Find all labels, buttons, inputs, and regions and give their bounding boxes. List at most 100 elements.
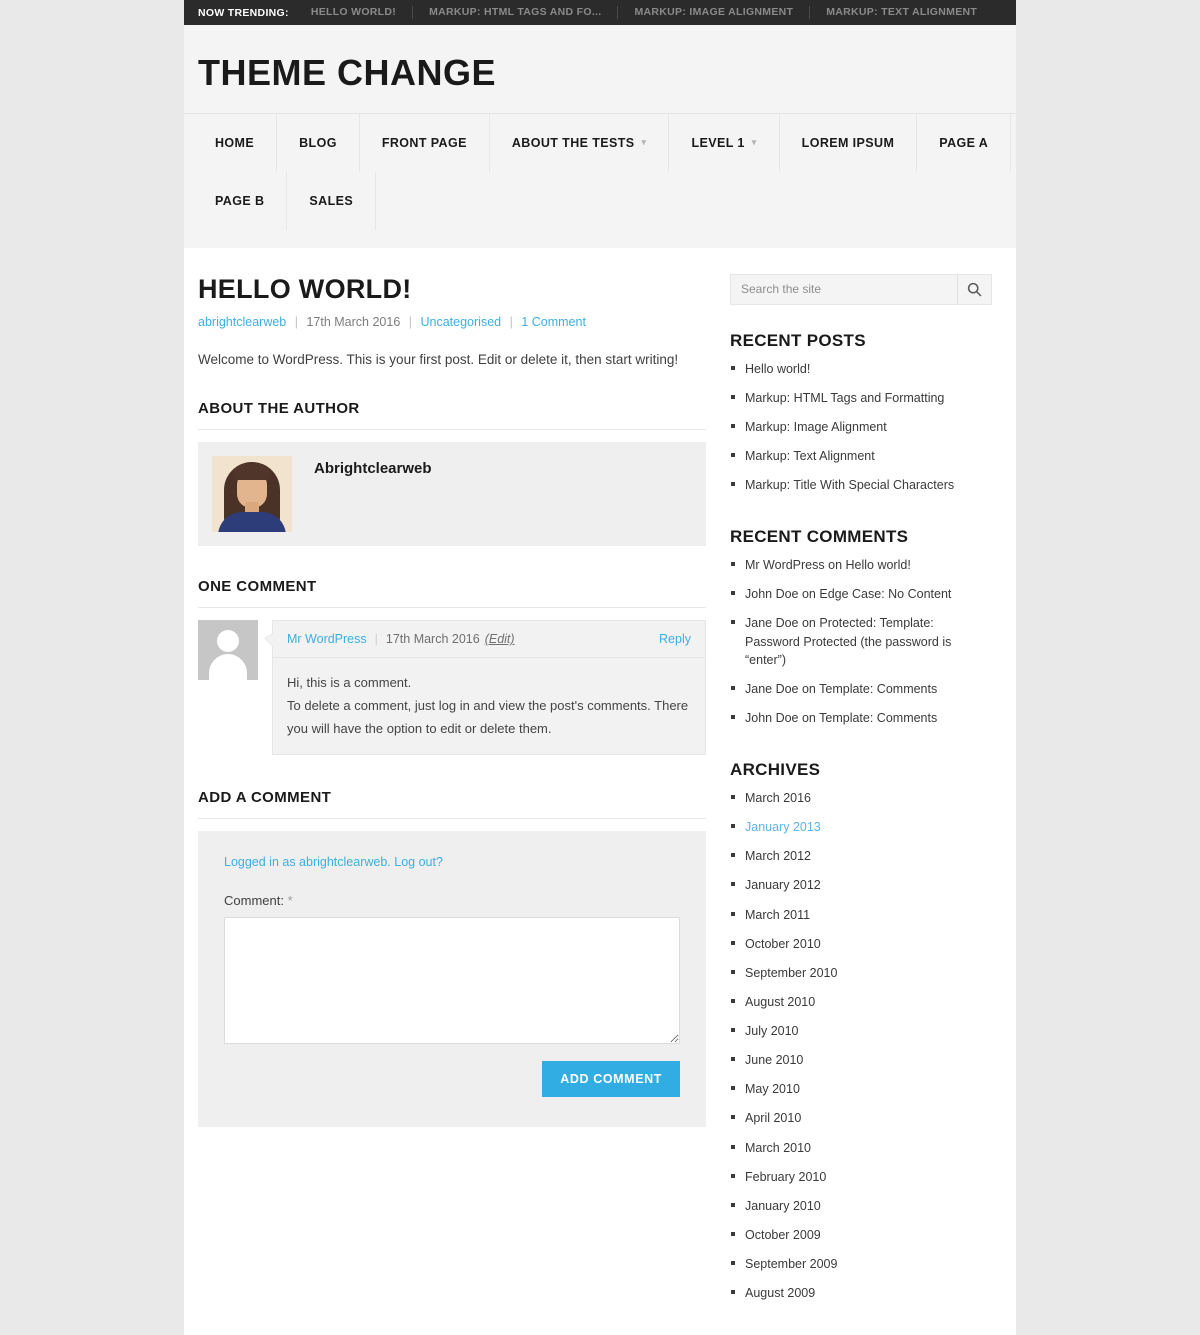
nav-item-home[interactable]: Home [193,113,278,172]
logged-in-notice: Logged in as abrightclearweb. Log out? [224,855,680,869]
widget-link[interactable]: Jane Doe on Template: Comments [745,682,937,696]
post-author-link[interactable]: abrightclearweb [198,315,286,329]
list-item: October 2009 [730,1226,992,1255]
widget-link[interactable]: March 2011 [745,908,810,922]
nav-item-level-1[interactable]: Level 1 ▾ [669,113,780,172]
logout-link[interactable]: Log out? [394,855,443,869]
add-comment-heading: Add a Comment [198,789,706,820]
widget-recent-posts: Recent Posts Hello world! Markup: HTML Tag… [730,331,992,506]
widget-link[interactable]: Markup: Title With Special Characters [745,478,954,492]
nav-item-label: Blog [299,135,337,150]
site-header: Theme Change Home Blog Front Page About The… [184,25,1016,230]
now-trending-bar: Now Trending: Hello world! Markup: HTML T… [184,0,1016,25]
widget-link[interactable]: March 2010 [745,1141,811,1155]
nav-item-page-a[interactable]: Page A [917,113,1012,172]
page-container: Now Trending: Hello world! Markup: HTML T… [184,0,1016,1335]
widget-link[interactable]: January 2012 [745,878,821,892]
widget-link[interactable]: September 2009 [745,1257,837,1271]
list-item: March 2016 [730,789,992,818]
main-column: Hello world! abrightclearweb | 17th Marc… [198,274,730,1335]
widget-link[interactable]: April 2010 [745,1111,801,1125]
nav-item-page-b[interactable]: Page B [193,171,288,230]
about-the-author-heading: About the Author [198,400,706,431]
comment-label-text: Comment: [224,893,284,909]
widget-link[interactable]: January 2010 [745,1199,821,1213]
comment-form: Logged in as abrightclearweb. Log out? C… [198,831,706,1128]
widget-link[interactable]: Markup: Image Alignment [745,420,887,434]
nav-item-label: Page A [939,135,989,150]
list-item: September 2009 [730,1255,992,1284]
list-item: October 2010 [730,935,992,964]
nav-item-about-the-tests[interactable]: About The Tests ▾ [490,113,670,172]
widget-list: Hello world! Markup: HTML Tags and Format… [730,360,992,506]
add-comment-button[interactable]: Add Comment [542,1061,680,1098]
comment-edit-link[interactable]: (Edit) [485,632,515,646]
widget-link[interactable]: June 2010 [745,1053,803,1067]
comments-heading: One Comment [198,578,706,609]
list-item: Markup: Image Alignment [730,418,992,447]
site-title[interactable]: Theme Change [184,45,1016,113]
nav-item-label: Page B [215,193,265,208]
widget-link[interactable]: May 2010 [745,1082,800,1096]
nav-item-label: Home [215,135,255,150]
nav-item-sales[interactable]: Sales [287,171,377,230]
comment-reply-link[interactable]: Reply [659,632,691,646]
widget-title: Recent Comments [730,527,909,547]
trending-item[interactable]: Markup: HTML Tags and Fo... [412,6,617,19]
commenter-avatar [198,620,258,681]
nav-item-label: Sales [309,193,354,208]
widget-link[interactable]: Jane Doe on Protected: Template: Passwor… [745,616,951,666]
list-item: Jane Doe on Template: Comments [730,680,992,709]
list-item: March 2011 [730,906,992,935]
comment-textarea[interactable] [224,917,680,1045]
widget-link[interactable]: Markup: HTML Tags and Formatting [745,391,944,405]
chevron-down-icon: ▾ [751,137,757,148]
widget-link[interactable]: March 2012 [745,849,811,863]
widget-link[interactable]: August 2009 [745,1286,815,1300]
search-input[interactable] [731,274,957,304]
list-item: January 2013 [730,818,992,847]
sidebar-widgets: Recent Posts Hello world! Markup: HTML Tag… [730,331,992,1314]
comment-header: Mr WordPress | 17th March 2016 (Edit) Re… [273,621,705,659]
list-item: April 2010 [730,1109,992,1138]
widget-link[interactable]: October 2009 [745,1228,821,1242]
widget-link[interactable]: Mr WordPress on Hello world! [745,558,911,572]
post-category-link[interactable]: Uncategorised [421,315,502,329]
widget-link[interactable]: July 2010 [745,1024,799,1038]
primary-navigation-row-2: Page B Sales [184,171,1016,230]
widget-link[interactable]: October 2010 [745,937,821,951]
now-trending-label: Now Trending: [198,6,289,19]
list-item: September 2010 [730,964,992,993]
list-item: January 2010 [730,1197,992,1226]
widget-link[interactable]: March 2016 [745,791,811,805]
trending-item[interactable]: Markup: Text Alignment [809,6,993,19]
widget-link[interactable]: January 2013 [745,820,821,834]
widget-link[interactable]: Hello world! [745,362,810,376]
widget-title: Recent Posts [730,330,866,350]
chevron-down-icon: ▾ [641,137,647,148]
comment-item: Mr WordPress | 17th March 2016 (Edit) Re… [198,620,706,756]
search-button[interactable] [957,274,991,304]
nav-item-front-page[interactable]: Front Page [360,113,490,172]
list-item: February 2010 [730,1168,992,1197]
widget-link[interactable]: John Doe on Edge Case: No Content [745,587,951,601]
list-item: Markup: HTML Tags and Formatting [730,389,992,418]
widget-link[interactable]: John Doe on Template: Comments [745,711,937,725]
widget-list: Mr WordPress on Hello world! John Doe on … [730,556,992,738]
trending-item[interactable]: Hello world! [311,6,412,19]
comment-text: Hi, this is a comment. To delete a comme… [273,658,705,755]
trending-item[interactable]: Markup: Image Alignment [617,6,809,19]
widget-link[interactable]: Markup: Text Alignment [745,449,875,463]
form-actions: Add Comment [224,1061,680,1098]
content-wrapper: Hello world! abrightclearweb | 17th Marc… [184,247,1016,1335]
logged-in-text: Logged in as abrightclearweb. [224,855,391,870]
widget-link[interactable]: September 2010 [745,966,837,980]
nav-item-lorem-ipsum[interactable]: Lorem Ipsum [780,113,918,172]
comment-bubble: Mr WordPress | 17th March 2016 (Edit) Re… [264,620,706,756]
widget-list: March 2016 January 2013 March 2012 January … [730,789,992,1313]
nav-item-blog[interactable]: Blog [277,113,360,172]
post-comment-count-link[interactable]: 1 Comment [521,315,586,329]
widget-link[interactable]: February 2010 [745,1170,826,1184]
widget-link[interactable]: August 2010 [745,995,815,1009]
comment-author-link[interactable]: Mr WordPress [287,632,367,646]
